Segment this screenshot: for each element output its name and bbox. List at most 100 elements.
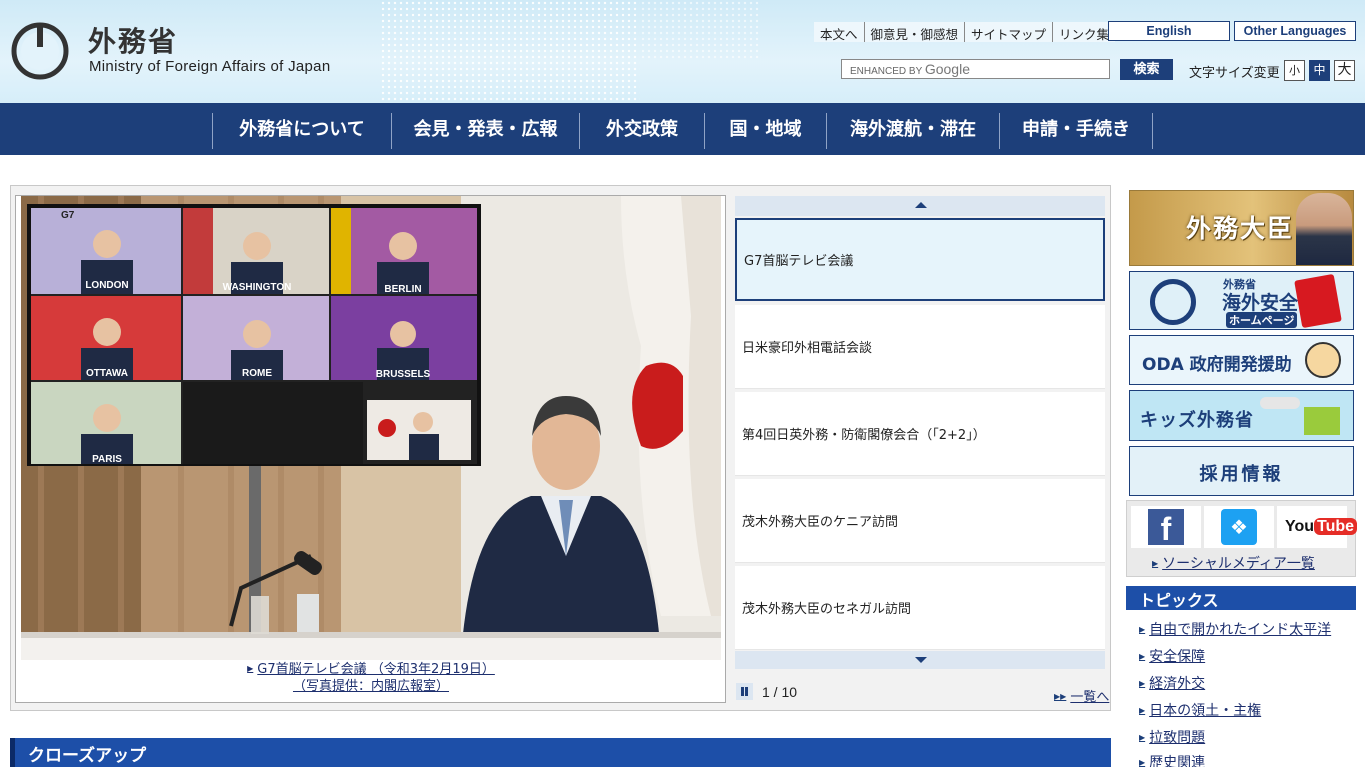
world-map-decoration-2 — [640, 0, 760, 60]
photo-label-washington: WASHINGTON — [223, 282, 292, 293]
slider-down-button[interactable] — [735, 651, 1105, 669]
nav-item-policy[interactable]: 外交政策 — [579, 113, 704, 149]
oda-mascot-icon — [1305, 342, 1341, 378]
topics-header: トピックス — [1126, 586, 1356, 610]
util-link-feedback[interactable]: 御意見・御感想 — [863, 22, 965, 42]
photo-label-brussels: BRUSSELS — [376, 369, 431, 380]
nav-item-travel[interactable]: 海外渡航・滞在 — [826, 113, 999, 149]
recruit-banner[interactable]: 採用情報 — [1129, 446, 1354, 496]
link-arrow-icon: ▶ — [1139, 733, 1146, 742]
search-enhanced-label: ENHANCED BY — [850, 66, 923, 77]
closeup-section-header: クローズアップ — [10, 738, 1111, 767]
slider-up-button[interactable] — [735, 196, 1105, 216]
main-slide-photo[interactable]: G7 LONDON WASHINGTON BERLIN OTTAWA ROME … — [21, 196, 721, 676]
caption-link[interactable]: G7首脳テレビ会議 （令和3年2月19日） — [257, 662, 495, 677]
topic-link[interactable]: ▶ 歴史関連 — [1139, 752, 1205, 767]
slider-item[interactable]: 日米豪印外相電話会談 — [735, 305, 1105, 389]
nav-item-procedures[interactable]: 申請・手続き — [999, 113, 1153, 149]
double-arrow-icon: ▶▶ — [1054, 692, 1067, 701]
topic-label: 歴史関連 — [1149, 755, 1206, 767]
util-link-main-content[interactable]: 本文へ — [814, 22, 864, 42]
utility-links: 本文へ 御意見・御感想 サイトマップ リンク集 — [814, 22, 1116, 42]
photo-label-ottawa: OTTAWA — [86, 368, 128, 379]
recruit-banner-label: 採用情報 — [1199, 464, 1284, 485]
site-title-en[interactable]: Ministry of Foreign Affairs of Japan — [89, 58, 330, 75]
youtube-link[interactable]: You Tube — [1277, 506, 1358, 548]
mofa-ring-icon — [1150, 279, 1196, 325]
link-arrow-icon: ▶ — [1139, 679, 1146, 688]
global-nav: 外務省について 会見・発表・広報 外交政策 国・地域 海外渡航・滞在 申請・手続… — [0, 103, 1365, 155]
photo-illustration: G7 LONDON WASHINGTON BERLIN OTTAWA ROME … — [21, 196, 721, 676]
link-arrow-icon: ▶ — [1139, 625, 1146, 634]
site-title-ja[interactable]: 外務省 — [88, 20, 178, 60]
passport-icon — [1294, 273, 1342, 329]
world-map-decoration — [380, 0, 640, 103]
topic-link[interactable]: ▶ 日本の領土・主権 — [1139, 700, 1261, 720]
twitter-icon: ❖ — [1221, 509, 1257, 545]
slide-counter: 1 / 10 — [762, 684, 798, 700]
photo-label-g7: G7 — [61, 210, 75, 221]
facebook-link[interactable]: f — [1131, 506, 1201, 548]
topic-link[interactable]: ▶ 経済外交 — [1139, 673, 1205, 693]
overseas-safety-banner[interactable]: 外務省 海外安全 ホームページ — [1129, 271, 1354, 330]
oda-banner-label: ODA 政府開発援助 — [1142, 355, 1292, 375]
font-size-small-button[interactable]: 小 — [1284, 60, 1305, 81]
slider-item[interactable]: 茂木外務大臣のケニア訪問 — [735, 479, 1105, 563]
util-link-sitemap[interactable]: サイトマップ — [964, 22, 1052, 42]
safety-banner-hp: ホームページ — [1226, 312, 1298, 328]
photo-label-paris: PARIS — [92, 454, 122, 465]
english-button[interactable]: English — [1108, 21, 1230, 41]
kids-banner[interactable]: キッズ外務省 — [1129, 390, 1354, 441]
minister-banner[interactable]: 外務大臣 — [1129, 190, 1354, 266]
util-link-links[interactable]: リンク集 — [1052, 22, 1115, 42]
nav-item-about[interactable]: 外務省について — [212, 113, 391, 149]
slider-item-active[interactable]: G7首脳テレビ会議 — [735, 218, 1105, 301]
topic-link[interactable]: ▶ 自由で開かれたインド太平洋 — [1139, 619, 1331, 639]
topic-label: 経済外交 — [1149, 676, 1206, 692]
list-all-label: 一覧へ — [1070, 690, 1110, 705]
twitter-link[interactable]: ❖ — [1204, 506, 1274, 548]
font-size-medium-button[interactable]: 中 — [1309, 60, 1330, 81]
minister-banner-label: 外務大臣 — [1186, 214, 1295, 243]
youtube-icon: You Tube — [1283, 514, 1358, 540]
topic-label: 安全保障 — [1149, 649, 1206, 665]
nav-item-press[interactable]: 会見・発表・広報 — [391, 113, 579, 149]
oda-banner[interactable]: ODA 政府開発援助 — [1129, 335, 1354, 385]
link-arrow-icon: ▶ — [1152, 559, 1159, 568]
site-header: 外務省 Ministry of Foreign Affairs of Japan… — [0, 0, 1365, 103]
slider-item[interactable]: 茂木外務大臣のセネガル訪問 — [735, 566, 1105, 650]
mofa-logo-icon[interactable] — [10, 20, 70, 80]
topic-label: 日本の領土・主権 — [1149, 703, 1262, 719]
social-media-list-link[interactable]: ▶ ソーシャルメディア一覧 — [1152, 553, 1315, 573]
link-arrow-icon: ▶ — [1139, 706, 1146, 715]
google-logo: Google — [924, 61, 970, 77]
castle-icon — [1304, 407, 1340, 435]
facebook-icon: f — [1148, 509, 1184, 547]
nav-item-countries[interactable]: 国・地域 — [704, 113, 826, 149]
topic-label: 拉致問題 — [1149, 730, 1206, 746]
other-languages-button[interactable]: Other Languages — [1234, 21, 1356, 41]
list-all-link[interactable]: ▶▶ 一覧へ — [1054, 686, 1109, 705]
slider-item[interactable]: 第4回日英外務・防衛閣僚会合（「2+2」） — [735, 392, 1105, 476]
font-size-label: 文字サイズ変更 — [1189, 66, 1280, 81]
caption-credit[interactable]: （写真提供：内閣広報室） — [293, 679, 449, 694]
photo-label-london: LONDON — [85, 280, 128, 291]
safety-banner-title: 海外安全 — [1222, 292, 1299, 314]
topic-link[interactable]: ▶ 拉致問題 — [1139, 727, 1205, 747]
link-arrow-icon: ▶ — [1139, 652, 1146, 661]
photo-label-berlin: BERLIN — [384, 284, 421, 295]
social-media-list-label: ソーシャルメディア一覧 — [1162, 556, 1315, 572]
topics-title: トピックス — [1139, 591, 1219, 610]
search-button[interactable]: 検索 — [1120, 59, 1173, 80]
font-size-large-button[interactable]: 大 — [1334, 60, 1355, 81]
link-arrow-icon: ▶ — [1139, 758, 1146, 767]
slide-caption: ▶ G7首脳テレビ会議 （令和3年2月19日） （写真提供：内閣広報室） — [21, 660, 721, 697]
closeup-title: クローズアップ — [28, 746, 147, 766]
topic-label: 自由で開かれたインド太平洋 — [1149, 622, 1332, 638]
topic-link[interactable]: ▶ 安全保障 — [1139, 646, 1205, 666]
pause-icon[interactable] — [736, 683, 753, 700]
photo-label-rome: ROME — [242, 368, 272, 379]
arrow-up-icon — [915, 202, 927, 208]
minister-portrait — [1296, 193, 1352, 265]
search-input[interactable]: ENHANCED BY Google — [841, 59, 1110, 79]
